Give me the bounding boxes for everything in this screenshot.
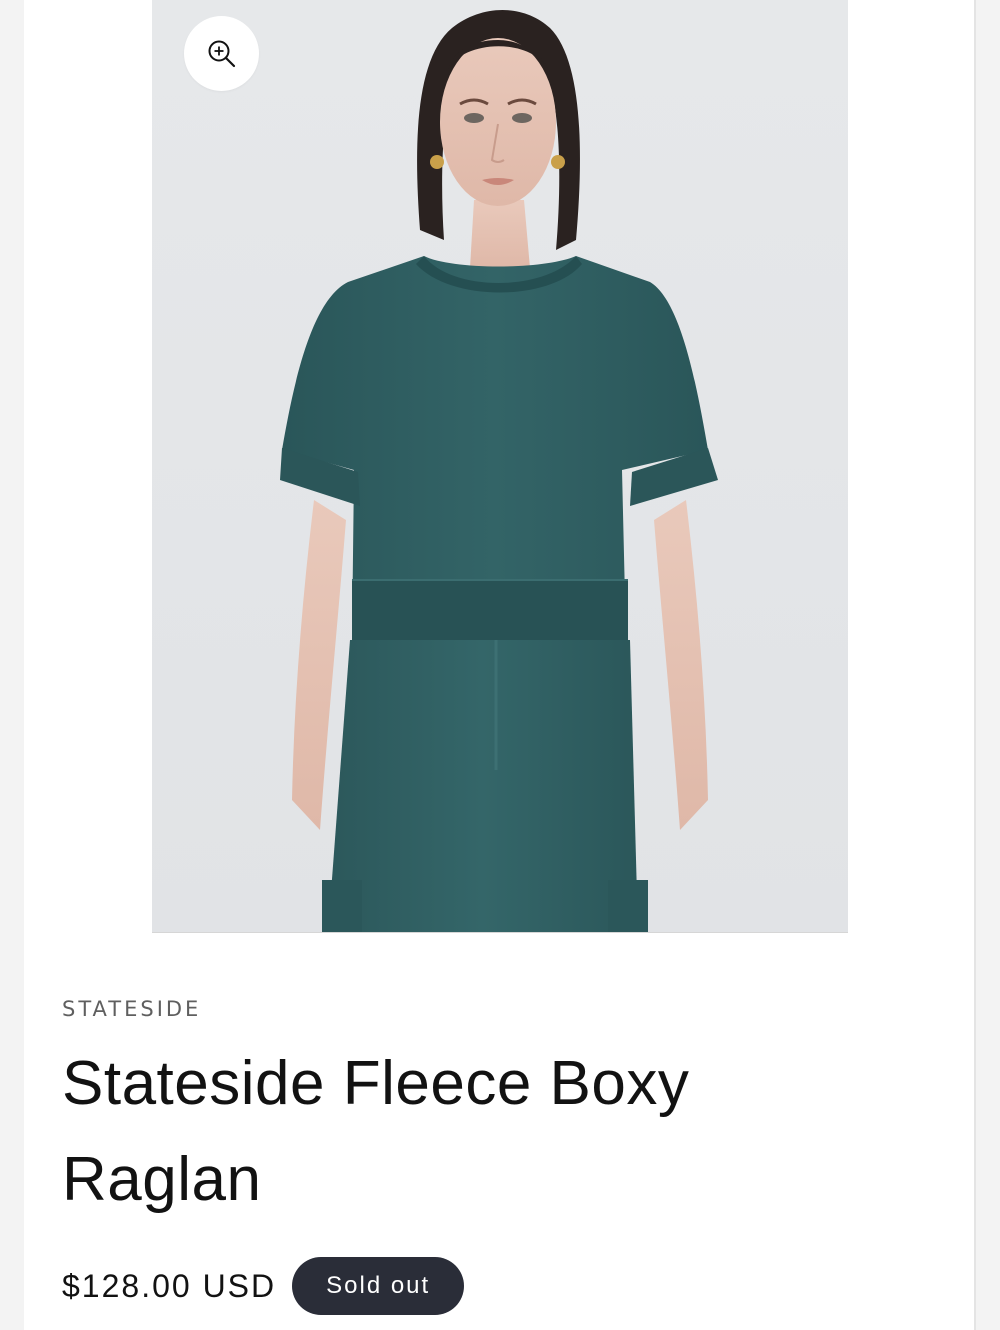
product-photo-illustration (280, 10, 718, 932)
price-row: $128.00 USD Sold out (62, 1256, 465, 1316)
product-vendor: STATESIDE (62, 997, 202, 1021)
product-title: Stateside Fleece Boxy Raglan (62, 1049, 690, 1214)
product-image[interactable] (152, 0, 848, 933)
product-price: $128.00 USD (62, 1267, 277, 1304)
sold-out-badge: Sold out (292, 1257, 465, 1315)
page-edge-divider (974, 0, 976, 1330)
zoom-in-icon (208, 40, 235, 67)
zoom-button[interactable] (184, 16, 259, 91)
